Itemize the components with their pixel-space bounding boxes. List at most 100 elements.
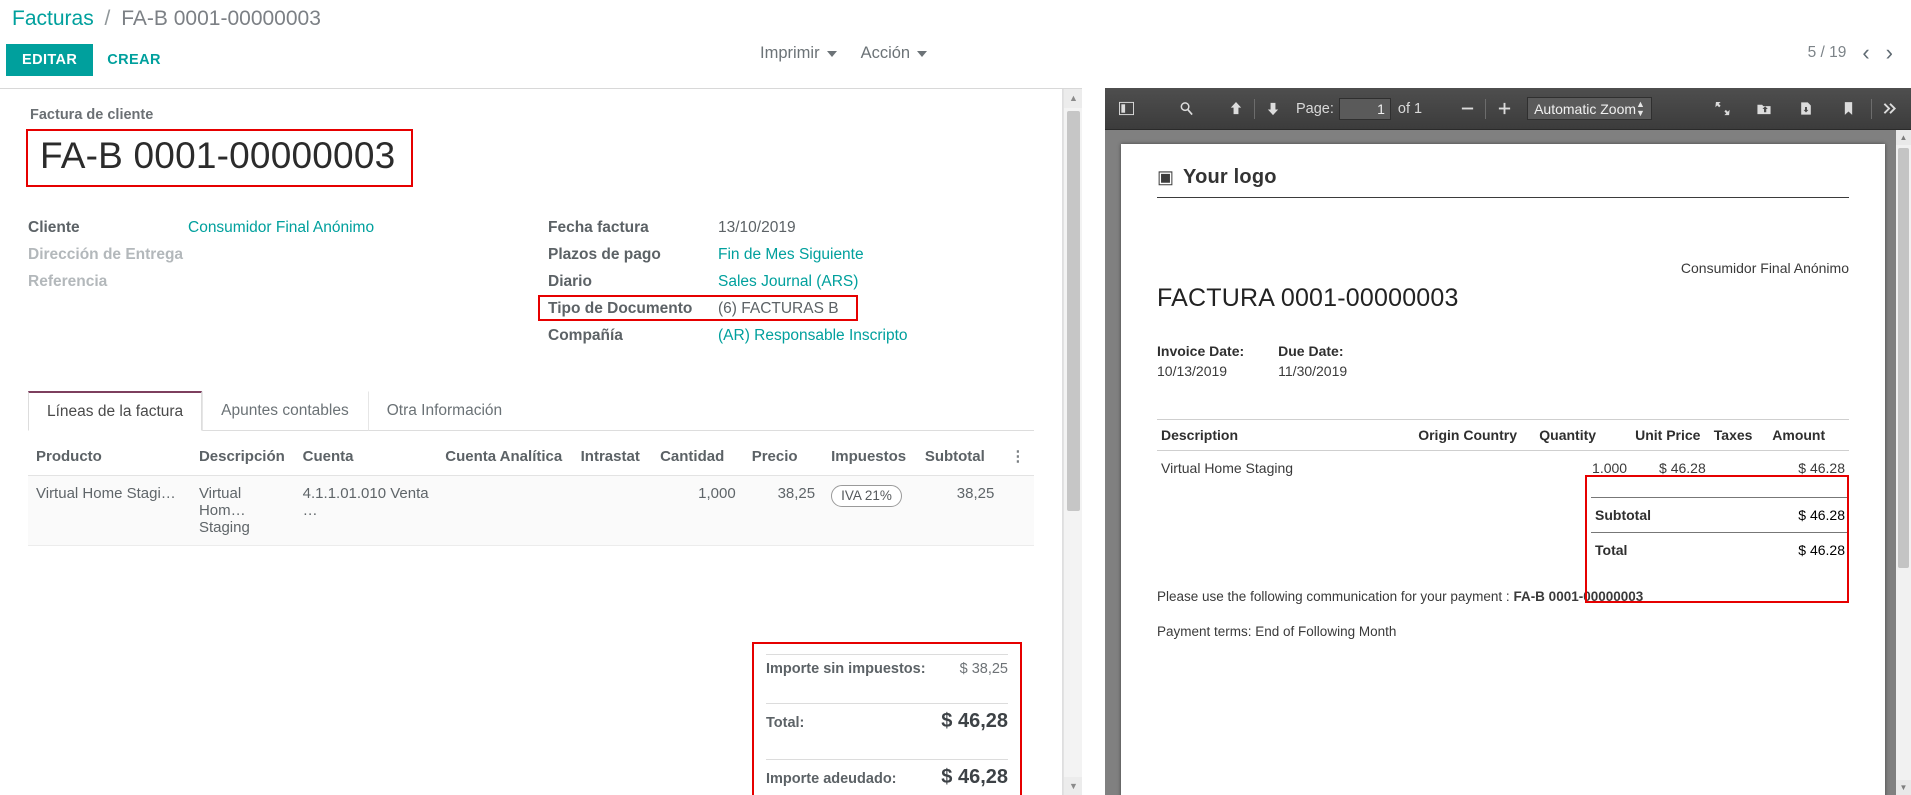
field-label: Diario xyxy=(548,273,718,291)
pdf-summary-label: Subtotal xyxy=(1591,498,1730,533)
pdf-summary-row-subtotal: Subtotal $ 46.28 xyxy=(1591,498,1849,533)
fullscreen-icon[interactable] xyxy=(1707,96,1737,122)
vertical-dots-icon: ⋮ xyxy=(1010,448,1025,465)
field-label: Fecha factura xyxy=(548,219,718,237)
download-icon[interactable] xyxy=(1791,96,1821,122)
field-fecha-factura: Fecha factura 13/10/2019 xyxy=(548,219,1028,246)
totals-highlight-box: Importe sin impuestos: $ 38,25 Total: $ … xyxy=(752,642,1022,795)
cell-options xyxy=(1002,476,1034,546)
field-plazos-de-pago: Plazos de pago Fin de Mes Siguiente xyxy=(548,246,1028,273)
field-value[interactable]: (AR) Responsable Inscripto xyxy=(718,327,908,345)
pdf-toolbar-right xyxy=(1707,96,1905,122)
pdf-summary-table: Subtotal $ 46.28 Total $ 46.28 xyxy=(1591,497,1849,567)
pdf-lines-table: Description Origin Country Quantity Unit… xyxy=(1157,419,1849,485)
pdf-col-quantity: Quantity xyxy=(1535,420,1631,451)
notebook: Líneas de la factura Apuntes contables O… xyxy=(28,390,1034,546)
pdf-body: ▣ Your logo Consumidor Final Anónimo FAC… xyxy=(1105,130,1911,795)
col-precio[interactable]: Precio xyxy=(744,437,823,476)
tab-otra-informacion[interactable]: Otra Información xyxy=(368,391,521,431)
print-dropdown[interactable]: Imprimir xyxy=(760,44,837,63)
create-button[interactable]: CREAR xyxy=(93,44,175,76)
pdf-scrollbar[interactable]: ▲ ▼ xyxy=(1896,130,1911,795)
scroll-up-icon[interactable]: ▲ xyxy=(1064,89,1082,108)
field-value[interactable]: (6) FACTURAS B xyxy=(718,300,839,318)
sidebar-toggle-icon[interactable] xyxy=(1111,96,1141,122)
pdf-logo-text: Your logo xyxy=(1183,166,1277,189)
chevron-right-icon[interactable]: › xyxy=(1886,45,1893,61)
scroll-down-icon[interactable]: ▼ xyxy=(1064,777,1082,795)
total-label: Importe sin impuestos: xyxy=(766,661,926,677)
field-value[interactable]: 13/10/2019 xyxy=(718,219,796,237)
field-group-left: Cliente Consumidor Final Anónimo Direcci… xyxy=(28,219,548,354)
field-label: Referencia xyxy=(28,273,188,291)
field-value[interactable]: Fin de Mes Siguiente xyxy=(718,246,864,264)
total-value: $ 46,28 xyxy=(941,710,1008,733)
pdf-summary-label: Total xyxy=(1591,533,1730,568)
scroll-down-icon[interactable]: ▼ xyxy=(1896,780,1911,795)
col-producto[interactable]: Producto xyxy=(28,437,191,476)
cell-subtotal: 38,25 xyxy=(917,476,1003,546)
field-label: Tipo de Documento xyxy=(548,300,718,318)
totals-spacer xyxy=(766,681,1008,703)
col-cantidad[interactable]: Cantidad xyxy=(652,437,744,476)
odoo-invoice-screen: Facturas / FA-B 0001-00000003 EDITAR CRE… xyxy=(0,0,1911,795)
pdf-cell-unit-price: $ 46.28 xyxy=(1631,451,1710,486)
field-value[interactable]: Consumidor Final Anónimo xyxy=(188,219,374,237)
col-intrastat[interactable]: Intrastat xyxy=(573,437,652,476)
zoom-select-value: Automatic Zoom xyxy=(1534,101,1636,117)
breadcrumb: Facturas / FA-B 0001-00000003 xyxy=(12,6,321,32)
search-icon[interactable] xyxy=(1171,96,1201,122)
field-groups: Cliente Consumidor Final Anónimo Direcci… xyxy=(28,219,1034,354)
pdf-cell-description: Virtual Home Staging xyxy=(1157,451,1414,486)
col-impuestos[interactable]: Impuestos xyxy=(823,437,917,476)
field-tipo-de-documento: Tipo de Documento (6) FACTURAS B xyxy=(548,300,1028,327)
bookmark-icon[interactable] xyxy=(1833,96,1863,122)
form-sheet: Factura de cliente FA-B 0001-00000003 Cl… xyxy=(0,89,1063,795)
tab-lineas-de-la-factura[interactable]: Líneas de la factura xyxy=(28,391,202,431)
scrollbar-thumb[interactable] xyxy=(1067,111,1080,511)
totals-spacer xyxy=(766,737,1008,759)
breadcrumb-separator: / xyxy=(105,7,111,30)
open-file-icon[interactable] xyxy=(1749,96,1779,122)
notebook-tabs: Líneas de la factura Apuntes contables O… xyxy=(28,390,1034,431)
control-panel: Facturas / FA-B 0001-00000003 EDITAR CRE… xyxy=(0,0,1911,88)
cell-cuenta: 4.1.1.01.010 Venta … xyxy=(295,476,438,546)
pdf-cell-amount: $ 46.28 xyxy=(1768,451,1849,486)
pdf-due-date-block: Due Date: 11/30/2019 xyxy=(1278,343,1347,379)
col-cuenta[interactable]: Cuenta xyxy=(295,437,438,476)
action-dropdown[interactable]: Acción xyxy=(861,44,928,63)
scrollbar-thumb[interactable] xyxy=(1898,148,1909,568)
pdf-viewer: Page: of 1 Automatic Zoom ▲▼ xyxy=(1105,88,1911,795)
pdf-due-date-value: 11/30/2019 xyxy=(1278,363,1347,379)
page-number-input[interactable] xyxy=(1339,98,1391,120)
zoom-select[interactable]: Automatic Zoom ▲▼ xyxy=(1527,97,1652,120)
pdf-customer-name: Consumidor Final Anónimo xyxy=(1157,260,1849,276)
breadcrumb-root[interactable]: Facturas xyxy=(12,7,94,30)
arrow-up-icon[interactable] xyxy=(1221,96,1251,122)
pdf-payment-note-prefix: Please use the following communication f… xyxy=(1157,589,1513,604)
toolbar-divider xyxy=(1871,99,1872,119)
cell-impuestos: IVA 21% xyxy=(823,476,917,546)
pdf-payment-note: Please use the following communication f… xyxy=(1157,589,1849,604)
minus-icon[interactable] xyxy=(1452,96,1482,122)
scroll-up-icon[interactable]: ▲ xyxy=(1896,130,1911,145)
tab-apuntes-contables[interactable]: Apuntes contables xyxy=(202,391,368,431)
column-options-icon[interactable]: ⋮ xyxy=(1002,437,1034,476)
arrow-down-icon[interactable] xyxy=(1258,96,1288,122)
form-scrollbar[interactable]: ▲ ▼ xyxy=(1063,89,1082,795)
field-cliente: Cliente Consumidor Final Anónimo xyxy=(28,219,548,246)
double-chevron-right-icon[interactable] xyxy=(1875,96,1905,122)
form-title: Factura de cliente xyxy=(30,107,1034,123)
edit-button[interactable]: EDITAR xyxy=(6,44,93,76)
chevron-left-icon[interactable]: ‹ xyxy=(1862,45,1869,61)
field-value[interactable]: Sales Journal (ARS) xyxy=(718,273,858,291)
plus-icon[interactable] xyxy=(1489,96,1519,122)
pdf-summary-value: $ 46.28 xyxy=(1730,533,1849,568)
table-row[interactable]: Virtual Home Stagi… Virtual Hom… Staging… xyxy=(28,476,1034,546)
pdf-document-title: FACTURA 0001-00000003 xyxy=(1157,284,1849,313)
col-subtotal[interactable]: Subtotal xyxy=(917,437,1003,476)
col-cuenta-analitica[interactable]: Cuenta Analítica xyxy=(437,437,572,476)
field-label: Cliente xyxy=(28,219,188,237)
pdf-summary-row-total: Total $ 46.28 xyxy=(1591,533,1849,568)
col-descripcion[interactable]: Descripción xyxy=(191,437,295,476)
